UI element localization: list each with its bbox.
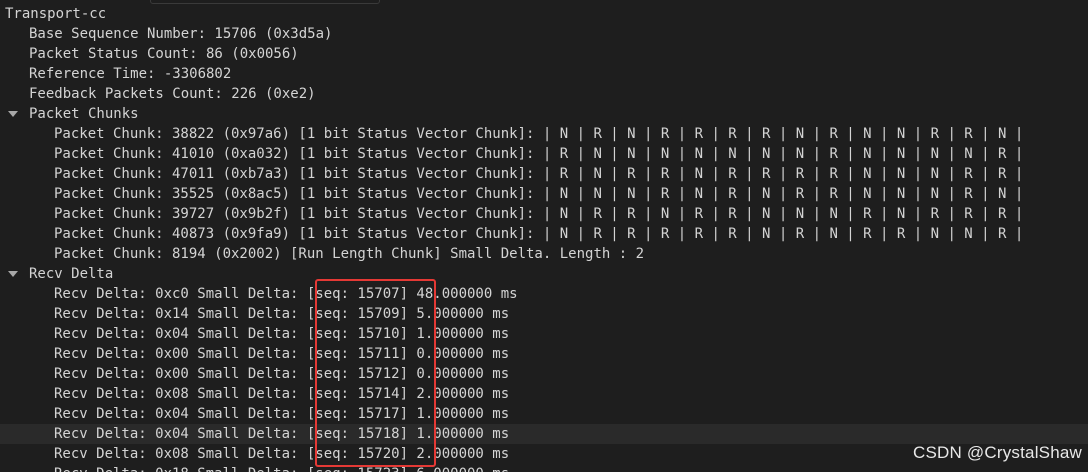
tree-item-label: Recv Delta: 0x08 Small Delta: [seq: 1571…	[54, 386, 510, 402]
tree-item-label: Base Sequence Number: 15706 (0x3d5a)	[29, 26, 333, 42]
tree-node-recv-delta[interactable]: Recv Delta	[0, 264, 1088, 284]
tree-item-label: Packet Chunk: 47011 (0xb7a3) [1 bit Stat…	[54, 166, 1024, 182]
tree-item-reference-time[interactable]: Reference Time: -3306802	[0, 64, 1088, 84]
tree-item-recv-delta[interactable]: Recv Delta: 0x04 Small Delta: [seq: 1571…	[0, 324, 1088, 344]
tree-item-label: Recv Delta: 0x14 Small Delta: [seq: 1570…	[54, 306, 510, 322]
tree-item-transport-cc[interactable]: Transport-cc	[0, 4, 1088, 24]
tree-item-packet-chunk[interactable]: Packet Chunk: 35525 (0x8ac5) [1 bit Stat…	[0, 184, 1088, 204]
tree-item-packet-chunk[interactable]: Packet Chunk: 38822 (0x97a6) [1 bit Stat…	[0, 124, 1088, 144]
tree-item-base-sequence-number[interactable]: Base Sequence Number: 15706 (0x3d5a)	[0, 24, 1088, 44]
tree-item-label: Feedback Packets Count: 226 (0xe2)	[29, 86, 316, 102]
tree-item-recv-delta[interactable]: Recv Delta: 0x04 Small Delta: [seq: 1571…	[0, 404, 1088, 424]
tree-item-label: Transport-cc	[5, 6, 107, 22]
tree-item-label: Recv Delta: 0x04 Small Delta: [seq: 1571…	[54, 326, 510, 342]
tree-item-label: Packet Chunk: 41010 (0xa032) [1 bit Stat…	[54, 146, 1024, 162]
tree-item-label: Packet Chunk: 8194 (0x2002) [Run Length …	[54, 246, 645, 262]
tree-item-label: Packet Chunk: 38822 (0x97a6) [1 bit Stat…	[54, 126, 1024, 142]
tree-item-packet-chunk[interactable]: Packet Chunk: 8194 (0x2002) [Run Length …	[0, 244, 1088, 264]
tree-item-label: Packet Chunk: 39727 (0x9b2f) [1 bit Stat…	[54, 206, 1024, 222]
tree-item-recv-delta[interactable]: Recv Delta: 0x18 Small Delta: [seq: 1572…	[0, 464, 1088, 472]
tree-item-label: Recv Delta: 0x00 Small Delta: [seq: 1571…	[54, 366, 510, 382]
tree-item-recv-delta-selected[interactable]: Recv Delta: 0x04 Small Delta: [seq: 1571…	[0, 424, 1088, 444]
tree-item-packet-chunk[interactable]: Packet Chunk: 40873 (0x9fa9) [1 bit Stat…	[0, 224, 1088, 244]
tree-node-packet-chunks[interactable]: Packet Chunks	[0, 104, 1088, 124]
expand-triangle-icon[interactable]	[8, 111, 18, 117]
tree-item-label: Recv Delta: 0x04 Small Delta: [seq: 1571…	[54, 406, 510, 422]
tree-item-recv-delta[interactable]: Recv Delta: 0x08 Small Delta: [seq: 1571…	[0, 384, 1088, 404]
tree-item-packet-chunk[interactable]: Packet Chunk: 39727 (0x9b2f) [1 bit Stat…	[0, 204, 1088, 224]
tree-item-recv-delta[interactable]: Recv Delta: 0x00 Small Delta: [seq: 1571…	[0, 344, 1088, 364]
tree-item-packet-status-count[interactable]: Packet Status Count: 86 (0x0056)	[0, 44, 1088, 64]
watermark: CSDN @CrystalShaw	[913, 443, 1082, 462]
tree-item-label: Packet Chunk: 35525 (0x8ac5) [1 bit Stat…	[54, 186, 1024, 202]
tree-item-label: Packet Status Count: 86 (0x0056)	[29, 46, 299, 62]
tree-item-label: Recv Delta: 0x08 Small Delta: [seq: 1572…	[54, 446, 510, 462]
tree-item-label: Reference Time: -3306802	[29, 66, 232, 82]
tree-item-recv-delta[interactable]: Recv Delta: 0x00 Small Delta: [seq: 1571…	[0, 364, 1088, 384]
tree-item-label: Recv Delta	[29, 266, 114, 282]
tree-item-feedback-packets-count[interactable]: Feedback Packets Count: 226 (0xe2)	[0, 84, 1088, 104]
tree-item-recv-delta[interactable]: Recv Delta: 0x14 Small Delta: [seq: 1570…	[0, 304, 1088, 324]
tree-item-label: Packet Chunk: 40873 (0x9fa9) [1 bit Stat…	[54, 226, 1024, 242]
packet-details-pane[interactable]: Transport-cc Base Sequence Number: 15706…	[0, 0, 1088, 472]
tree-item-label: Recv Delta: 0xc0 Small Delta: [seq: 1570…	[54, 286, 518, 302]
tree-item-label: Recv Delta: 0x18 Small Delta: [seq: 1572…	[54, 464, 509, 472]
tree-item-recv-delta[interactable]: Recv Delta: 0xc0 Small Delta: [seq: 1570…	[0, 284, 1088, 304]
tree-item-label: Recv Delta: 0x00 Small Delta: [seq: 1571…	[54, 346, 510, 362]
tree-item-label: Recv Delta: 0x04 Small Delta: [seq: 1571…	[54, 426, 510, 442]
expand-triangle-icon[interactable]	[8, 271, 18, 277]
tree-item-label: Packet Chunks	[29, 106, 139, 122]
tree-item-packet-chunk[interactable]: Packet Chunk: 41010 (0xa032) [1 bit Stat…	[0, 144, 1088, 164]
tree-item-packet-chunk[interactable]: Packet Chunk: 47011 (0xb7a3) [1 bit Stat…	[0, 164, 1088, 184]
